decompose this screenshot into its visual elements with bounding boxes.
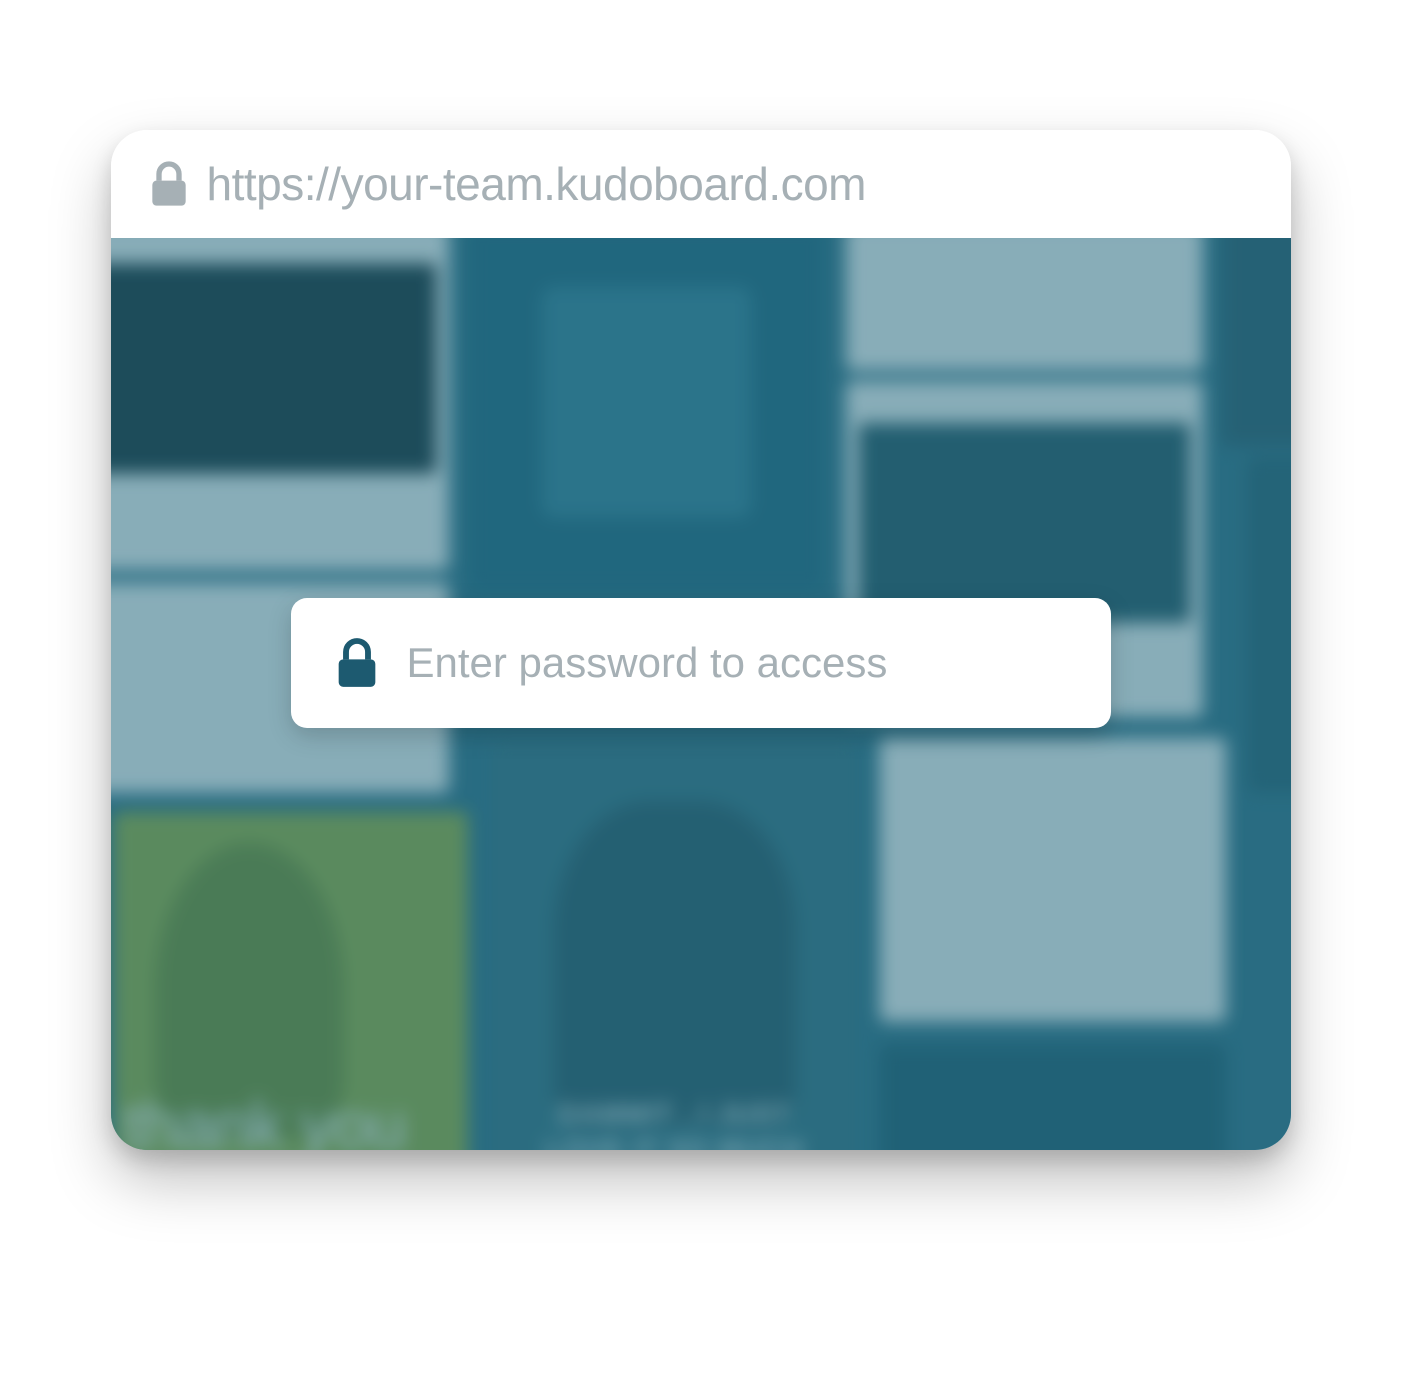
password-input[interactable] <box>407 639 1067 687</box>
url-bar: https://your-team.kudoboard.com <box>111 130 1291 238</box>
lock-icon <box>335 636 379 690</box>
browser-window: https://your-team.kudoboard.com <box>111 130 1291 1150</box>
url-text: https://your-team.kudoboard.com <box>207 157 867 211</box>
password-prompt <box>291 598 1111 728</box>
content-area: thank you DAMMIT , I JUST LOVE IT SO MUC… <box>111 238 1291 1150</box>
lock-icon <box>149 160 189 208</box>
